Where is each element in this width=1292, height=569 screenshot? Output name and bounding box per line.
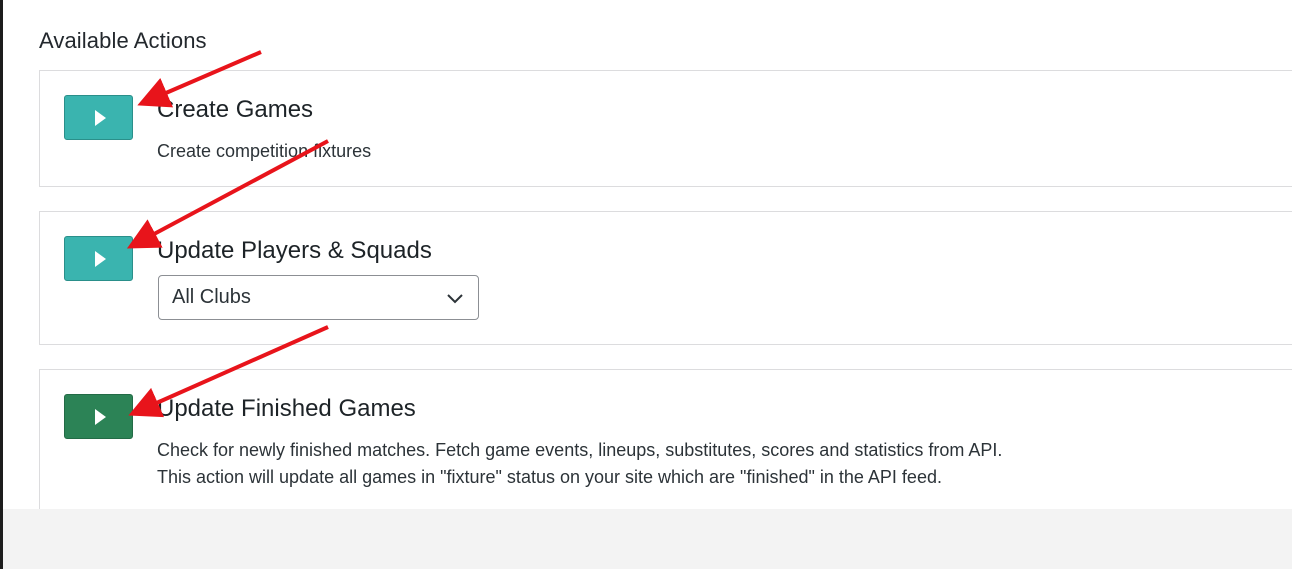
action-description: Check for newly finished matches. Fetch …: [157, 437, 1002, 491]
action-card-update-finished-games: Update Finished Games Check for newly fi…: [39, 369, 1292, 519]
action-description-line: Check for newly finished matches. Fetch …: [157, 440, 1003, 460]
action-title: Create Games: [157, 96, 314, 123]
action-card-update-players: Update Players & Squads All Clubs: [39, 211, 1292, 345]
window-edge: [0, 0, 3, 569]
club-select-value: All Clubs: [172, 286, 251, 308]
action-description: Create competition fixtures: [157, 141, 372, 161]
section-title: Available Actions: [39, 28, 207, 53]
run-create-games-button[interactable]: [64, 95, 133, 140]
action-title: Update Players & Squads: [157, 237, 432, 264]
chevron-down-icon: [447, 294, 463, 304]
footer-bar: [3, 509, 1292, 569]
action-description-line: This action will update all games in "fi…: [157, 467, 942, 487]
action-card-create-games: Create Games Create competition fixtures: [39, 70, 1292, 187]
club-select[interactable]: All Clubs: [158, 275, 479, 320]
play-icon: [94, 250, 106, 267]
run-update-players-button[interactable]: [64, 236, 133, 281]
play-icon: [94, 109, 106, 126]
play-icon: [94, 408, 106, 425]
action-title: Update Finished Games: [157, 395, 416, 422]
run-update-finished-games-button[interactable]: [64, 394, 133, 439]
